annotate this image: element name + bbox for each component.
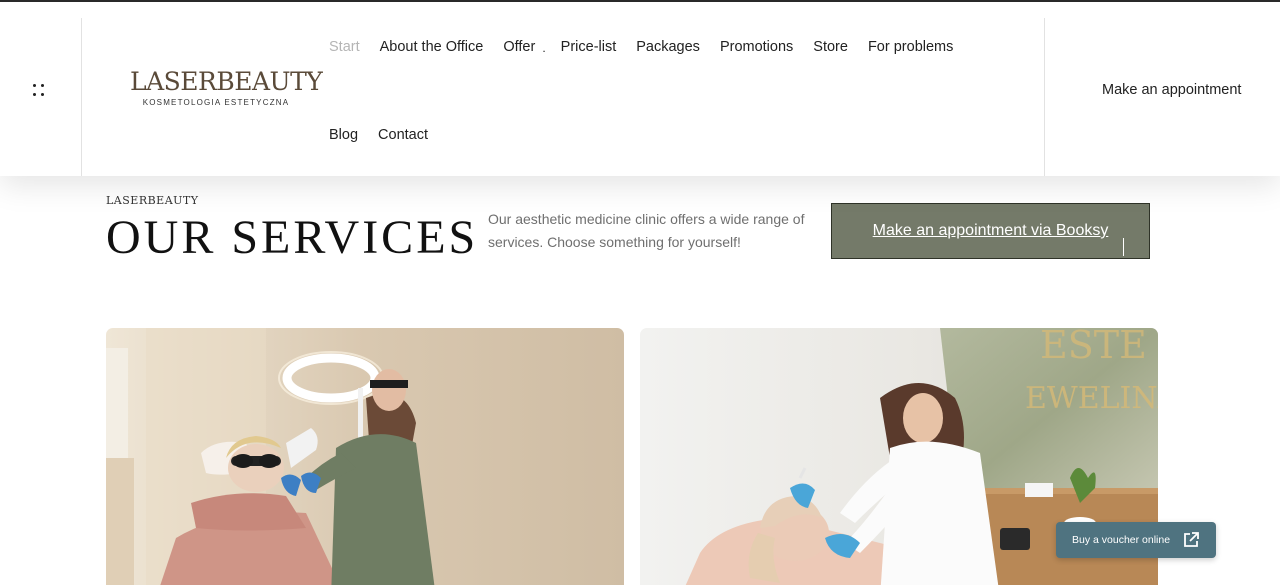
- nav-item-start[interactable]: Start: [329, 39, 360, 55]
- external-link-icon: [1184, 532, 1199, 547]
- main-nav: Start About the Office Offer . Price-lis…: [329, 32, 1009, 150]
- services-intro-text: Our aesthetic medicine clinic offers a w…: [488, 211, 805, 250]
- laser-treatment-photo: [106, 328, 624, 585]
- logo-tagline: KOSMETOLOGIA ESTETYCZNA: [142, 98, 290, 107]
- page-title: OUR SERVICES: [106, 211, 479, 264]
- nav-item-promotions[interactable]: Promotions: [720, 39, 793, 55]
- nav-item-about-the-office[interactable]: About the Office: [380, 39, 484, 55]
- logo[interactable]: LASERBEAUTY KOSMETOLOGIA ESTETYCZNA: [130, 67, 323, 108]
- nav-item-contact[interactable]: Contact: [378, 127, 428, 143]
- header-divider-right: [1044, 18, 1045, 176]
- voucher-button-label: Buy a voucher online: [1072, 534, 1171, 546]
- service-card-laser-photo[interactable]: [106, 328, 624, 585]
- logo-wordmark: LASERBEAUTY: [130, 67, 323, 96]
- booksy-button-label: Make an appointment via Booksy: [872, 222, 1109, 239]
- text-cursor: [1123, 238, 1124, 256]
- nav-item-packages[interactable]: Packages: [636, 39, 700, 55]
- site-header: LASERBEAUTY KOSMETOLOGIA ESTETYCZNA Star…: [0, 2, 1280, 176]
- booksy-appointment-button[interactable]: Make an appointment via Booksy: [831, 203, 1150, 259]
- nav-item-blog[interactable]: Blog: [329, 127, 358, 143]
- nav-item-for-problems[interactable]: For problems: [868, 39, 953, 55]
- wall-sign-este: ESTE: [1040, 328, 1147, 367]
- nav-item-store[interactable]: Store: [813, 39, 848, 55]
- nav-item-price-list[interactable]: Price-list: [561, 39, 617, 55]
- buy-voucher-button[interactable]: Buy a voucher online: [1056, 522, 1216, 558]
- section-eyebrow: LASERBEAUTY: [106, 194, 199, 207]
- grid-dots-icon[interactable]: [30, 82, 48, 100]
- nav-row-secondary: Blog Contact: [329, 120, 1009, 150]
- header-divider-left: [81, 18, 82, 176]
- wall-sign-ewelina: EWELINA: [1025, 381, 1158, 416]
- make-appointment-link[interactable]: Make an appointment: [1102, 82, 1241, 98]
- nav-row-primary: Start About the Office Offer . Price-lis…: [329, 32, 1009, 62]
- offer-dropdown-indicator[interactable]: .: [542, 41, 545, 55]
- nav-item-offer[interactable]: Offer: [503, 39, 535, 55]
